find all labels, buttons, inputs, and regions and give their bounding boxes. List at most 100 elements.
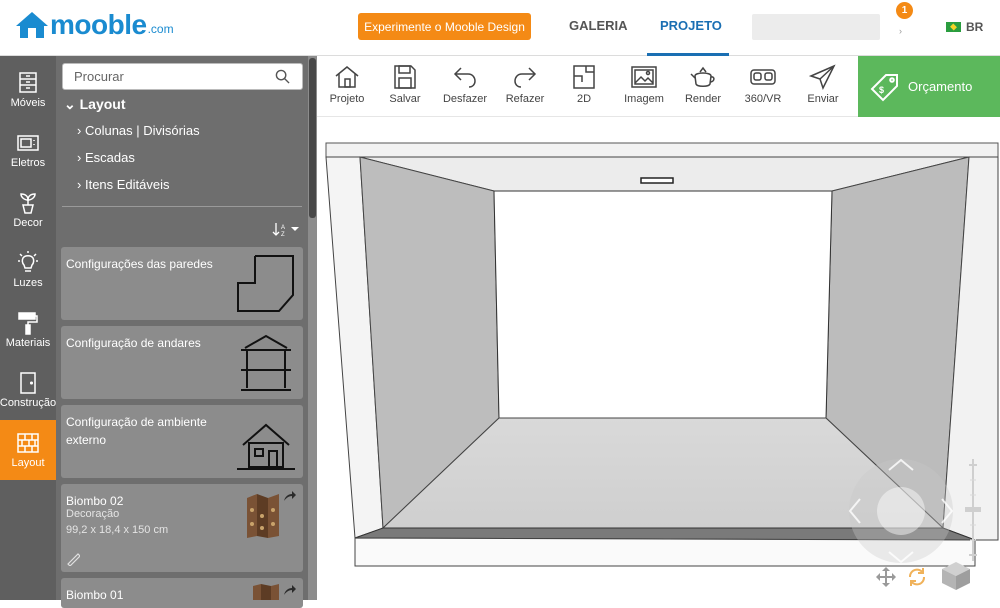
wall-shape-icon <box>237 255 294 312</box>
undo-button[interactable]: Desfazer <box>435 64 495 105</box>
pan-move-icon[interactable] <box>875 566 897 588</box>
undo-icon <box>453 67 476 88</box>
price-tag-icon: $ <box>870 73 898 101</box>
card-title: Configurações das paredes <box>66 257 213 271</box>
bulb-icon <box>18 251 38 272</box>
sort-az-icon[interactable]: A Z <box>272 221 300 237</box>
plant-icon <box>20 193 36 214</box>
folding-screen-thumbnail <box>253 584 279 600</box>
sidebar-item-label: Construção <box>0 397 57 409</box>
view-2d-button[interactable]: 2D <box>554 64 614 105</box>
wall-top-edge <box>325 142 999 158</box>
sidebar-item-label: Móveis <box>10 97 46 109</box>
language-selector[interactable]: BR <box>946 20 983 34</box>
house-outline-icon <box>237 423 295 470</box>
try-mooble-design-button[interactable]: Experimente o Mooble Design <box>358 13 531 40</box>
chevron-right-icon: › <box>77 123 82 138</box>
budget-button[interactable]: $ Orçamento <box>858 56 1000 117</box>
render-button[interactable]: Render <box>673 64 733 105</box>
vr-headset-icon <box>750 69 776 85</box>
toolbar-label: 2D <box>576 93 592 105</box>
nav-projeto[interactable]: PROJETO <box>660 18 722 33</box>
nav-galeria[interactable]: GALERIA <box>569 18 628 33</box>
panel-scrollbar-thumb[interactable] <box>309 58 316 218</box>
tree-item-escadas[interactable]: › Escadas <box>77 150 135 165</box>
sidebar-item-label: Materiais <box>5 337 51 349</box>
tree-item-label: Itens Editáveis <box>84 177 170 192</box>
rotate-icon[interactable] <box>906 566 928 588</box>
cube-view-icon[interactable] <box>940 560 972 592</box>
sidebar-item-eletros[interactable]: Eletros <box>0 120 56 180</box>
microwave-icon <box>17 135 39 151</box>
sidebar-item-label: Layout <box>11 457 45 469</box>
sidebar-item-decor[interactable]: Decor <box>0 180 56 240</box>
camera-navigation-control[interactable] <box>846 456 956 566</box>
card-floor-settings[interactable]: Configuração de andares <box>61 326 303 399</box>
sidebar-item-materiais[interactable]: Materiais <box>0 300 56 360</box>
floors-icon <box>241 334 291 391</box>
search-icon[interactable] <box>275 69 290 84</box>
notification-badge[interactable]: 1 <box>896 2 913 19</box>
floorplan-icon <box>573 65 595 89</box>
sidebar-item-moveis[interactable]: Móveis <box>0 60 56 120</box>
share-arrow-icon[interactable] <box>283 490 297 502</box>
send-button[interactable]: Enviar <box>793 64 853 105</box>
zoom-handle[interactable] <box>965 507 981 512</box>
toolbar-label: Desfazer <box>442 93 488 105</box>
cabinet-icon <box>19 72 37 93</box>
tree-item-colunas[interactable]: › Colunas | Divisórias <box>77 123 200 138</box>
logo-wordmark: mooble <box>50 9 147 40</box>
sidebar-item-luzes[interactable]: Luzes <box>0 240 56 300</box>
card-wall-settings[interactable]: Configurações das paredes <box>61 247 303 320</box>
ruler-icon <box>67 553 80 566</box>
sidebar-item-label: Luzes <box>13 277 43 289</box>
brick-wall-icon <box>17 433 39 453</box>
tree-root-label: Layout <box>79 96 126 112</box>
chevron-right-icon: › <box>77 150 82 165</box>
image-button[interactable]: Imagem <box>614 64 674 105</box>
chevron-right-icon: › <box>77 177 82 192</box>
toolbar-label: Salvar <box>389 93 421 105</box>
card-title: Configuração de andares <box>66 336 201 350</box>
toolbar-label: Projeto <box>329 93 365 105</box>
brazil-flag-icon <box>946 22 961 32</box>
ceiling-light[interactable] <box>640 177 674 184</box>
sidebar-item-layout[interactable]: Layout <box>0 420 56 480</box>
teapot-icon <box>690 66 715 87</box>
paper-plane-icon <box>809 64 836 90</box>
project-button[interactable]: Projeto <box>317 64 377 105</box>
notification-caret-icon: › <box>899 26 902 36</box>
save-button[interactable]: Salvar <box>375 64 435 105</box>
language-code: BR <box>966 20 984 34</box>
svg-text:A: A <box>281 225 285 231</box>
home-icon <box>335 66 359 88</box>
floppy-disk-icon <box>394 65 416 89</box>
back-wall <box>493 190 833 419</box>
share-arrow-icon[interactable] <box>283 584 297 596</box>
tree-item-label: Colunas | Divisórias <box>84 123 200 138</box>
toolbar-label: Refazer <box>505 93 545 105</box>
redo-button[interactable]: Refazer <box>495 64 555 105</box>
logo-domain: .com <box>147 22 174 36</box>
budget-label: Orçamento <box>908 79 973 94</box>
house-logo-icon <box>16 12 48 38</box>
card-biombo-02[interactable]: Biombo 02 Decoração 99,2 x 18,4 x 150 cm <box>61 484 303 572</box>
svg-text:Z: Z <box>281 232 285 237</box>
vr-360-button[interactable]: 360/VR <box>733 64 793 105</box>
sidebar-item-construcao[interactable]: Construção <box>0 360 56 420</box>
tree-item-itens-editaveis[interactable]: › Itens Editáveis <box>77 177 170 192</box>
card-outdoor-settings[interactable]: Configuração de ambiente externo <box>61 405 303 478</box>
zoom-slider[interactable] <box>963 455 983 565</box>
search-input[interactable] <box>63 64 263 89</box>
card-biombo-01[interactable]: Biombo 01 <box>61 578 303 608</box>
svg-text:$: $ <box>879 85 884 95</box>
sidebar-item-label: Decor <box>13 217 43 229</box>
search-box <box>62 63 303 90</box>
door-icon <box>20 372 36 394</box>
toolbar-label: Render <box>684 93 722 105</box>
card-title: Biombo 01 <box>66 588 124 602</box>
tree-item-label: Escadas <box>84 150 135 165</box>
tree-root-layout[interactable]: ⌄ Layout <box>64 96 126 113</box>
user-area[interactable] <box>752 14 880 40</box>
mooble-logo[interactable]: mooble .com <box>14 10 174 40</box>
